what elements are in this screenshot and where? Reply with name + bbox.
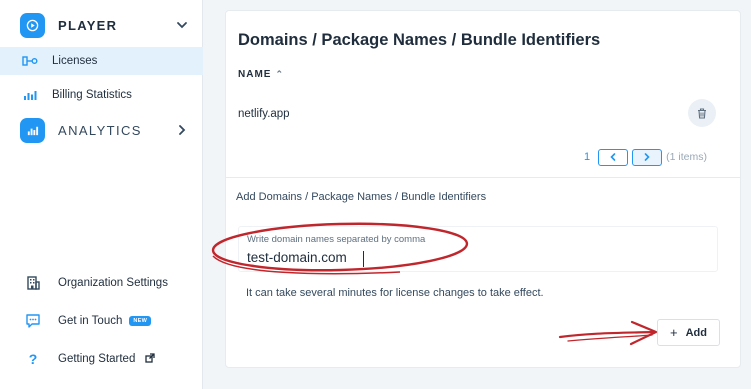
sidebar-item-label: Getting Started — [58, 353, 155, 365]
page-title: Domains / Package Names / Bundle Identif… — [238, 31, 601, 49]
external-link-icon — [144, 353, 155, 363]
input-label: Write domain names separated by comma — [247, 234, 426, 245]
next-page-button[interactable] — [632, 148, 663, 166]
nav-group-player[interactable]: PLAYER — [0, 11, 203, 39]
column-header-name[interactable]: NAME ⌃ — [238, 69, 284, 80]
sidebar-item-billing-statistics[interactable]: Billing Statistics — [0, 81, 203, 109]
pagination: 1 (1 items) — [584, 148, 707, 166]
add-button-label: Add — [685, 326, 707, 339]
license-key-icon — [22, 56, 38, 66]
items-count: (1 items) — [666, 151, 707, 163]
domain-input[interactable] — [247, 250, 547, 265]
sidebar-item-label: Get in Touch NEW — [58, 315, 152, 327]
table-row-name: netlify.app — [238, 108, 290, 120]
analytics-icon — [20, 117, 45, 143]
sidebar-item-licenses[interactable]: Licenses — [0, 47, 203, 75]
sidebar-item-label: Organization Settings — [58, 277, 168, 289]
sidebar-item-organization-settings[interactable]: Organization Settings — [0, 268, 203, 298]
chat-icon — [26, 314, 40, 328]
chevron-down-icon[interactable] — [175, 18, 189, 32]
sidebar-item-get-in-touch[interactable]: Get in Touch NEW — [0, 306, 203, 336]
chevron-right-icon — [644, 153, 650, 161]
delete-button[interactable] — [688, 99, 716, 127]
building-icon — [27, 276, 40, 290]
player-icon — [20, 12, 45, 38]
domain-input-field[interactable]: Write domain names separated by comma — [238, 226, 718, 272]
plus-icon: + — [670, 325, 678, 340]
sort-icon: ⌃ — [275, 69, 284, 79]
sidebar: PLAYER Licenses Billing Statistics ANALY… — [0, 0, 203, 389]
chevron-left-icon — [610, 153, 616, 161]
trash-icon — [698, 107, 706, 119]
chevron-right-icon[interactable] — [175, 123, 189, 137]
sidebar-item-label: Licenses — [52, 55, 98, 67]
nav-group-label: PLAYER — [58, 17, 118, 33]
nav-group-analytics[interactable]: ANALYTICS — [0, 116, 203, 144]
page-number: 1 — [584, 151, 591, 163]
domains-card: Domains / Package Names / Bundle Identif… — [225, 10, 741, 368]
prev-page-button[interactable] — [598, 148, 629, 166]
bar-chart-icon — [24, 91, 37, 100]
nav-group-label: ANALYTICS — [58, 122, 142, 138]
question-icon: ? — [29, 351, 38, 367]
new-badge: NEW — [129, 315, 152, 326]
divider — [226, 177, 740, 178]
sidebar-item-getting-started[interactable]: ? Getting Started — [0, 344, 203, 374]
text-cursor — [363, 251, 364, 267]
sidebar-item-label: Billing Statistics — [52, 89, 132, 101]
svg-text:?: ? — [29, 351, 38, 367]
add-section-title: Add Domains / Package Names / Bundle Ide… — [236, 191, 487, 203]
hint-text: It can take several minutes for license … — [246, 287, 544, 299]
add-button[interactable]: + Add — [657, 319, 720, 346]
